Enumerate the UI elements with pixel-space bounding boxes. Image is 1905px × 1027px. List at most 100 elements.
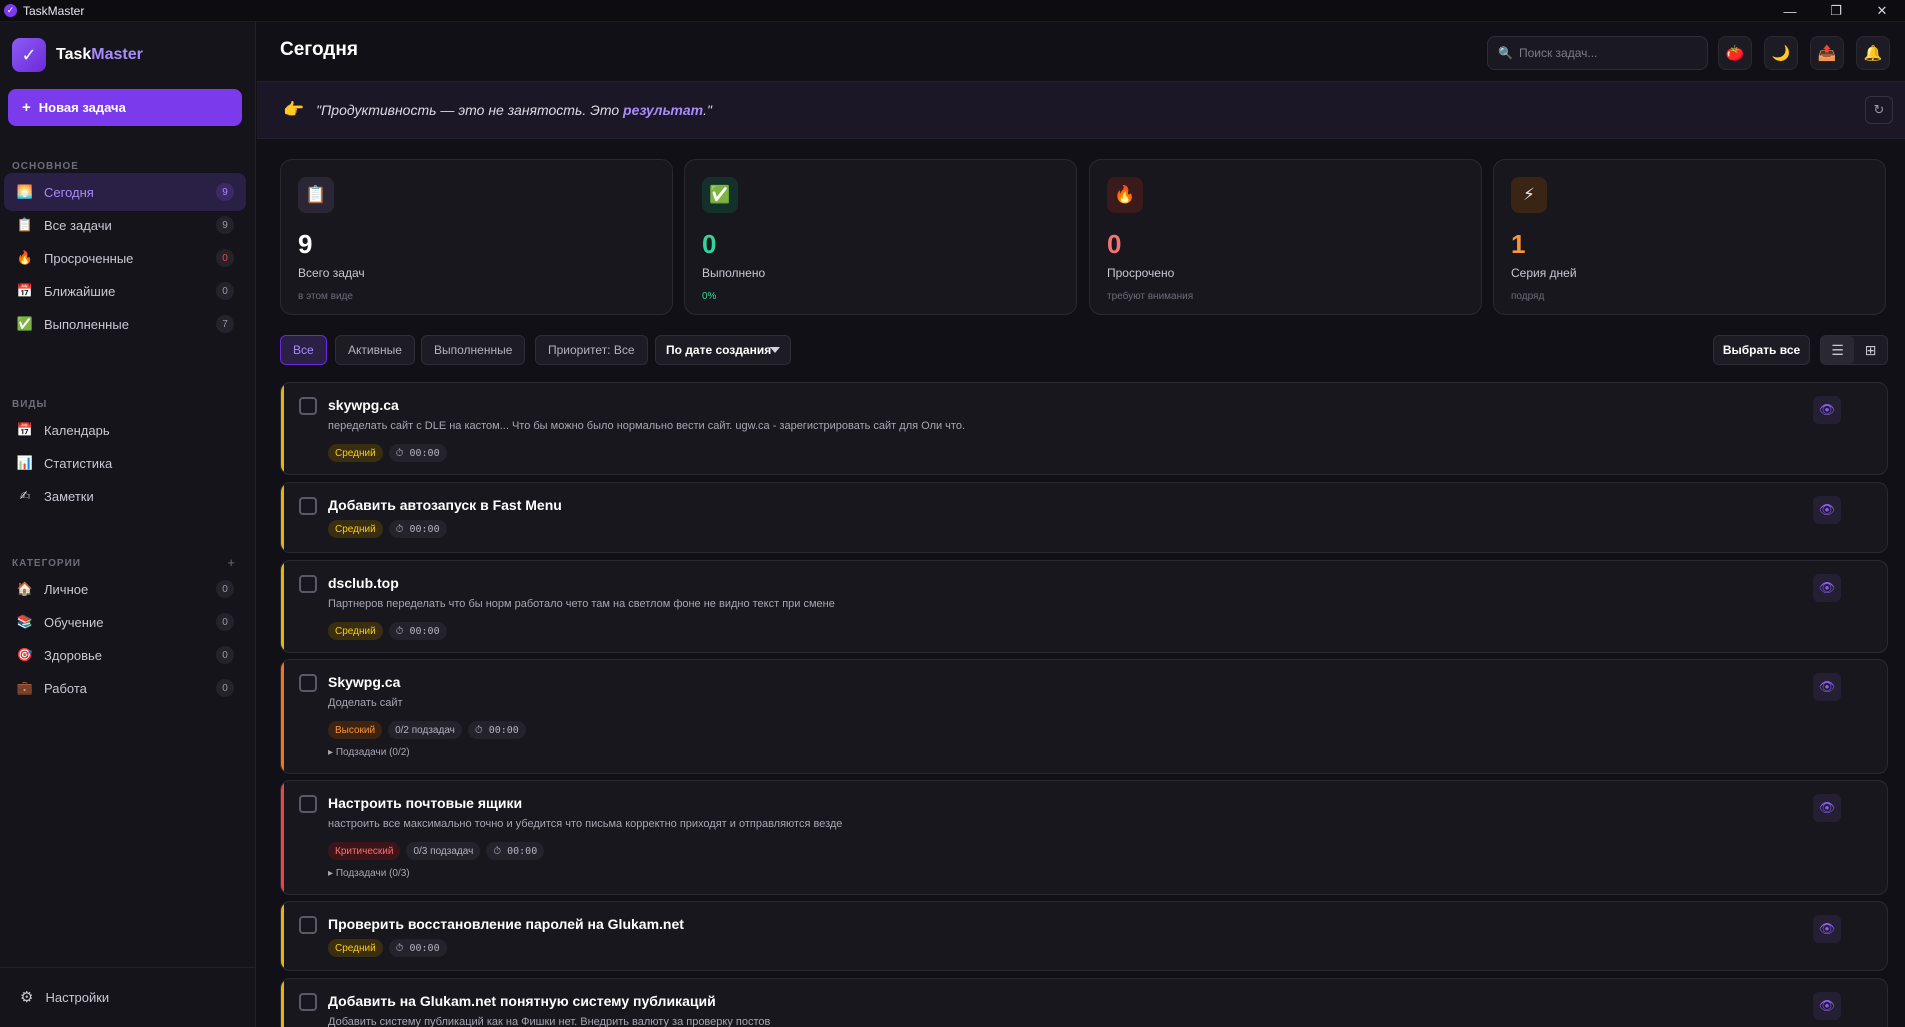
window-titlebar: ✓ TaskMaster — ❐ ✕: [0, 0, 1905, 22]
section-label-categories: КАТЕГОРИИ: [12, 558, 81, 569]
count-badge: 0: [216, 282, 234, 300]
target-icon: 🎯: [16, 647, 34, 662]
select-all-button[interactable]: Выбрать все: [1713, 335, 1810, 365]
eye-icon[interactable]: 👁: [1813, 396, 1841, 424]
task-checkbox[interactable]: [299, 397, 317, 415]
eye-icon[interactable]: 👁: [1813, 673, 1841, 701]
main-content: Сегодня 🔍 🍅 🌙 📤 🔔 👉 "Продуктивность — эт…: [257, 22, 1905, 1027]
sidebar-view-2[interactable]: ✍ Заметки: [4, 477, 246, 515]
task-card[interactable]: Skywpg.ca Доделать сайт Высокий 0/2 подзада…: [280, 659, 1888, 774]
task-card[interactable]: Настроить почтовые ящики настроить все ма…: [280, 780, 1888, 895]
add-category-button[interactable]: +: [227, 555, 235, 570]
filter-active[interactable]: Активные: [335, 335, 415, 365]
minimize-button[interactable]: —: [1767, 0, 1813, 22]
export-icon[interactable]: 📤: [1810, 36, 1844, 70]
refresh-quote-button[interactable]: ↻: [1865, 96, 1893, 124]
nav-item-label: Личное: [44, 581, 89, 597]
stopwatch-icon: ⏱: [395, 447, 410, 459]
eye-icon[interactable]: 👁: [1813, 496, 1841, 524]
subtasks-toggle[interactable]: ▸ Подзадачи (0/2): [328, 747, 410, 758]
subtasks-toggle-label: Подзадачи (0/3): [335, 868, 410, 879]
plus-icon: +: [22, 99, 31, 116]
tomato-timer-icon[interactable]: 🍅: [1718, 36, 1752, 70]
task-card[interactable]: dsclub.top Партнеров переделать что бы но…: [280, 560, 1888, 653]
briefcase-icon: 💼: [16, 680, 34, 695]
priority-badge: Критический: [328, 842, 401, 860]
sidebar-category-3[interactable]: 💼 Работа 0: [4, 669, 246, 707]
books-icon: 📚: [16, 614, 34, 629]
eye-icon[interactable]: 👁: [1813, 794, 1841, 822]
task-checkbox[interactable]: [299, 497, 317, 515]
task-checkbox[interactable]: [299, 993, 317, 1011]
timer-value: 00:00: [409, 942, 440, 954]
task-title: Добавить автозапуск в Fast Menu: [328, 497, 562, 513]
priority-badge: Средний: [328, 444, 383, 462]
task-checkbox[interactable]: [299, 674, 317, 692]
moon-icon[interactable]: 🌙: [1764, 36, 1798, 70]
timer-value: 00:00: [409, 523, 440, 535]
sidebar-item-4[interactable]: ✅ Выполненные 7: [4, 305, 246, 343]
task-card[interactable]: skywpg.ca переделать сайт с DLE на кастом…: [280, 382, 1888, 475]
stat-label: Всего задач: [298, 266, 365, 280]
stat-subtext: требуют внимания: [1107, 291, 1194, 302]
list-view-icon[interactable]: ☰: [1821, 336, 1854, 364]
timer-badge[interactable]: ⏱ 00:00: [388, 939, 447, 957]
house-icon: 🏠: [16, 581, 34, 596]
timer-badge[interactable]: ⏱ 00:00: [388, 622, 447, 640]
search-input[interactable]: [1518, 46, 1689, 60]
section-label-main: ОСНОВНОЕ: [12, 161, 79, 172]
stat-value: 9: [298, 229, 313, 259]
eye-icon[interactable]: 👁: [1813, 992, 1841, 1020]
quote-text: "Продуктивность — это не занятость. Это …: [316, 102, 712, 118]
sort-select[interactable]: По дате создания: [655, 335, 791, 365]
task-checkbox[interactable]: [299, 575, 317, 593]
task-description: настроить все максимально точно и убедит…: [328, 818, 843, 830]
quote-highlight: результат: [623, 102, 704, 118]
filter-all[interactable]: Все: [280, 335, 327, 365]
maximize-button[interactable]: ❐: [1813, 0, 1859, 22]
brand-name-suffix: Master: [91, 46, 143, 63]
divider: [0, 967, 256, 968]
timer-badge[interactable]: ⏱ 00:00: [388, 520, 447, 538]
calendar-icon: 📅: [16, 422, 34, 437]
timer-badge[interactable]: ⏱ 00:00: [388, 444, 447, 462]
priority-stripe: [281, 483, 284, 552]
brand[interactable]: ✓ TaskMaster: [12, 38, 143, 72]
clipboard-icon: 📋: [16, 217, 34, 232]
subtasks-toggle[interactable]: ▸ Подзадачи (0/3): [328, 868, 410, 879]
clipboard-icon: 📋: [298, 177, 334, 213]
task-checkbox[interactable]: [299, 916, 317, 934]
task-card[interactable]: Добавить на Glukam.net понятную систему …: [280, 978, 1888, 1027]
nav-item-label: Здоровье: [44, 647, 103, 663]
eye-icon[interactable]: 👁: [1813, 574, 1841, 602]
close-button[interactable]: ✕: [1859, 0, 1905, 22]
filter-priority[interactable]: Приоритет: Все: [535, 335, 648, 365]
subtasks-badge: 0/3 подзадач: [406, 842, 481, 860]
nav-item-label: Календарь: [44, 422, 110, 438]
stat-subtext: подряд: [1511, 291, 1545, 302]
task-checkbox[interactable]: [299, 795, 317, 813]
eye-icon[interactable]: 👁: [1813, 915, 1841, 943]
timer-value: 00:00: [409, 625, 440, 637]
lightning-icon: ⚡: [1511, 177, 1547, 213]
filter-done[interactable]: Выполненные: [421, 335, 526, 365]
priority-badge: Высокий: [328, 721, 383, 739]
grid-view-icon[interactable]: ⊞: [1854, 336, 1887, 364]
timer-badge[interactable]: ⏱ 00:00: [486, 842, 545, 860]
settings-label: Настройки: [45, 989, 110, 1005]
stat-label: Выполнено: [702, 266, 766, 280]
task-card[interactable]: Добавить автозапуск в Fast Menu Средний ⏱ …: [280, 482, 1888, 553]
task-card[interactable]: Проверить восстановление паролей на Gluk…: [280, 901, 1888, 971]
new-task-button[interactable]: + Новая задача: [8, 89, 242, 126]
timer-badge[interactable]: ⏱ 00:00: [467, 721, 526, 739]
bell-icon[interactable]: 🔔: [1856, 36, 1890, 70]
check-box-icon: ✅: [16, 316, 34, 331]
fire-icon: 🔥: [1107, 177, 1143, 213]
search-box[interactable]: 🔍: [1487, 36, 1708, 70]
chevron-down-icon: [770, 347, 780, 353]
task-tags: Высокий 0/2 подзадач ⏱ 00:00: [328, 721, 526, 739]
priority-stripe: [281, 561, 284, 652]
nav-item-label: Ближайшие: [44, 283, 116, 299]
stat-label: Серия дней: [1511, 266, 1577, 280]
settings-button[interactable]: ⚙ Настройки: [20, 988, 109, 1006]
